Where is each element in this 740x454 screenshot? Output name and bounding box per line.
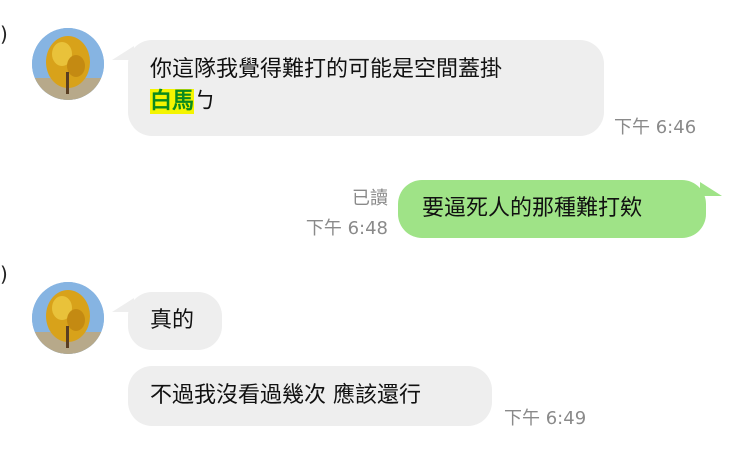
message-bubble-outgoing[interactable]: 要逼死人的那種難打欸 — [398, 180, 706, 238]
message-text: 要逼死人的那種難打欸 — [422, 196, 643, 221]
message-bubble-incoming[interactable]: 真的 — [128, 292, 222, 350]
message-text: 你這隊我覺得難打的可能是空間蓋掛 — [150, 57, 503, 82]
ginkgo-tree-avatar-icon — [32, 282, 104, 354]
message-text: 真的 — [150, 308, 195, 333]
contact-avatar[interactable] — [32, 28, 104, 100]
edge-fragment-bottom: ) — [0, 262, 8, 286]
message-bubble-incoming[interactable]: 你這隊我覺得難打的可能是空間蓋掛 白馬ㄅ — [128, 40, 604, 136]
message-text: 不過我沒看過幾次 應該還行 — [150, 383, 421, 408]
message-time: 下午 6:46 — [614, 117, 697, 138]
message-text-line2: 白馬ㄅ — [150, 86, 582, 118]
edge-fragment-top: ) — [0, 22, 8, 46]
highlighted-name: 白馬 — [150, 89, 195, 114]
ginkgo-tree-avatar-icon — [32, 28, 104, 100]
message-time: 下午 6:48 — [305, 218, 388, 239]
bubble-tail — [700, 182, 722, 196]
message-text-suffix: ㄅ — [194, 89, 217, 114]
contact-avatar[interactable] — [32, 282, 104, 354]
read-status: 已讀 — [352, 188, 388, 209]
message-bubble-incoming[interactable]: 不過我沒看過幾次 應該還行 — [128, 366, 492, 426]
message-time: 下午 6:49 — [504, 408, 587, 429]
